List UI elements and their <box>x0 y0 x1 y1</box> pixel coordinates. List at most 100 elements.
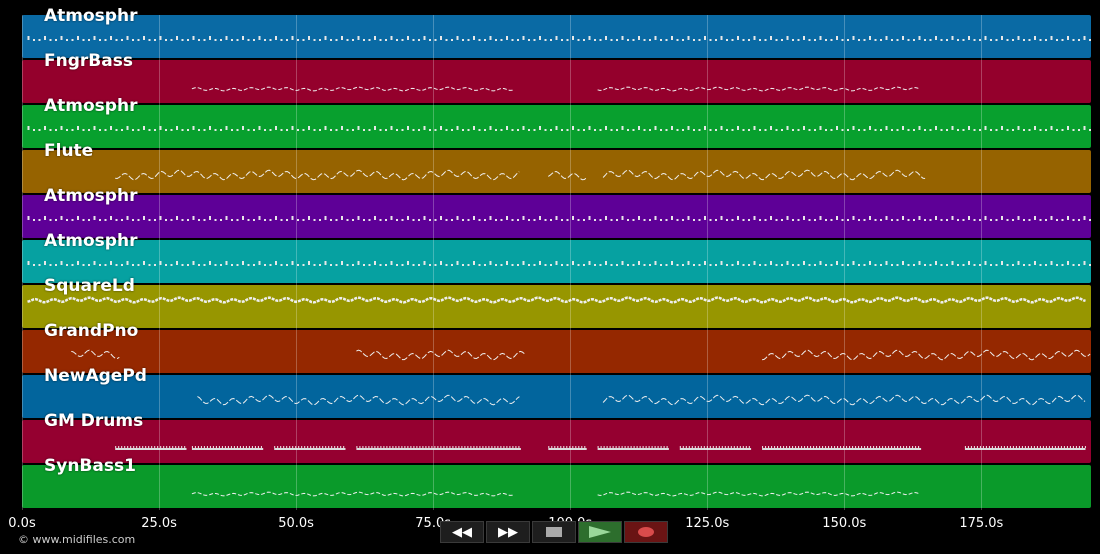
track-notes <box>27 126 1091 131</box>
note-mark <box>627 219 629 221</box>
note-mark <box>946 129 948 131</box>
note-mark <box>831 446 833 448</box>
note-mark <box>627 264 629 266</box>
rewind-button[interactable]: ◀◀ <box>440 521 484 543</box>
track-row[interactable]: Atmosphr <box>22 186 1091 238</box>
note-mark <box>503 446 505 448</box>
note-mark <box>93 36 96 40</box>
note-mark <box>841 39 844 41</box>
note-mark <box>718 446 720 448</box>
note-mark <box>819 126 822 130</box>
note-mark <box>456 126 459 130</box>
note-mark <box>709 219 712 221</box>
track-name: GM Drums <box>44 411 144 431</box>
note-mark <box>825 264 827 266</box>
note-mark <box>984 216 987 220</box>
note-mark <box>292 446 294 448</box>
note-mark <box>1009 446 1011 448</box>
note-mark <box>429 129 431 131</box>
play-button[interactable] <box>578 521 622 543</box>
note-mark <box>1089 264 1091 266</box>
note-mark <box>643 219 646 221</box>
note-mark <box>352 219 354 221</box>
note-mark <box>231 39 233 41</box>
note-mark <box>99 264 101 266</box>
note-mark <box>721 446 723 448</box>
stop-button[interactable] <box>532 521 576 543</box>
note-mark <box>979 129 981 131</box>
note-mark <box>846 446 848 448</box>
note-mark <box>33 219 35 221</box>
note-mark <box>456 261 459 265</box>
note-mark <box>1018 446 1020 448</box>
note-mark <box>1036 446 1038 448</box>
note-mark <box>918 126 921 130</box>
note-mark <box>693 129 695 131</box>
note-mark <box>951 261 954 265</box>
note-mark <box>896 219 899 221</box>
note-mark <box>500 129 503 131</box>
note-mark <box>181 446 183 448</box>
note-mark <box>418 39 420 41</box>
note-mark <box>313 129 316 131</box>
note-mark <box>277 446 279 448</box>
track-row[interactable]: Flute <box>22 141 1091 193</box>
record-button[interactable] <box>624 521 668 543</box>
note-mark <box>49 264 52 266</box>
track-row[interactable]: FngrBass <box>22 51 1091 103</box>
note-mark <box>852 126 855 130</box>
note-mark <box>726 39 728 41</box>
note-mark <box>804 446 806 448</box>
note-mark <box>308 216 310 220</box>
copyright-text: © www.midifiles.com <box>18 533 136 546</box>
note-mark <box>209 126 211 130</box>
note-mark <box>841 219 844 221</box>
fast-forward-button[interactable]: ▶▶ <box>486 521 530 543</box>
track-notes <box>71 349 1091 361</box>
note-mark <box>82 39 85 41</box>
note-mark <box>698 39 701 41</box>
note-mark <box>581 446 583 448</box>
note-mark <box>879 446 881 448</box>
note-mark <box>93 216 96 220</box>
note-mark <box>165 219 167 221</box>
track-row[interactable]: Atmosphr <box>22 96 1091 148</box>
note-mark <box>924 129 926 131</box>
note-mark <box>786 446 788 448</box>
note-mark <box>616 219 618 221</box>
track-row[interactable]: Atmosphr <box>22 231 1091 283</box>
note-mark <box>407 126 409 130</box>
track-row[interactable]: SquareLd <box>22 276 1091 328</box>
note-mark <box>682 129 684 131</box>
note-mark <box>368 446 370 448</box>
note-mark <box>352 264 354 266</box>
note-mark <box>374 216 376 220</box>
note-mark <box>418 219 420 221</box>
note-mark <box>528 129 530 131</box>
note-mark <box>852 446 854 448</box>
track-row[interactable]: GM Drums <box>22 411 1091 463</box>
note-mark <box>561 39 563 41</box>
track-notes <box>27 296 1086 304</box>
note-mark <box>566 219 569 221</box>
note-mark <box>88 129 90 131</box>
note-mark <box>181 39 184 41</box>
note-mark <box>822 446 824 448</box>
note-mark <box>170 264 173 266</box>
note-mark <box>654 126 657 130</box>
note-mark <box>145 446 147 448</box>
track-notes <box>115 169 926 181</box>
track-row[interactable]: NewAgePd <box>22 366 1091 418</box>
note-mark <box>572 446 574 448</box>
track-row[interactable]: SynBass1 <box>22 456 1091 508</box>
note-mark <box>569 446 571 448</box>
note-mark <box>500 39 503 41</box>
track-row[interactable]: GrandPno <box>22 321 1091 373</box>
note-mark <box>335 39 338 41</box>
note-mark <box>1067 36 1069 40</box>
note-mark <box>142 446 144 448</box>
note-mark <box>774 446 776 448</box>
note-mark <box>880 264 882 266</box>
note-mark <box>254 446 256 448</box>
track-row[interactable]: Atmosphr <box>22 6 1091 58</box>
